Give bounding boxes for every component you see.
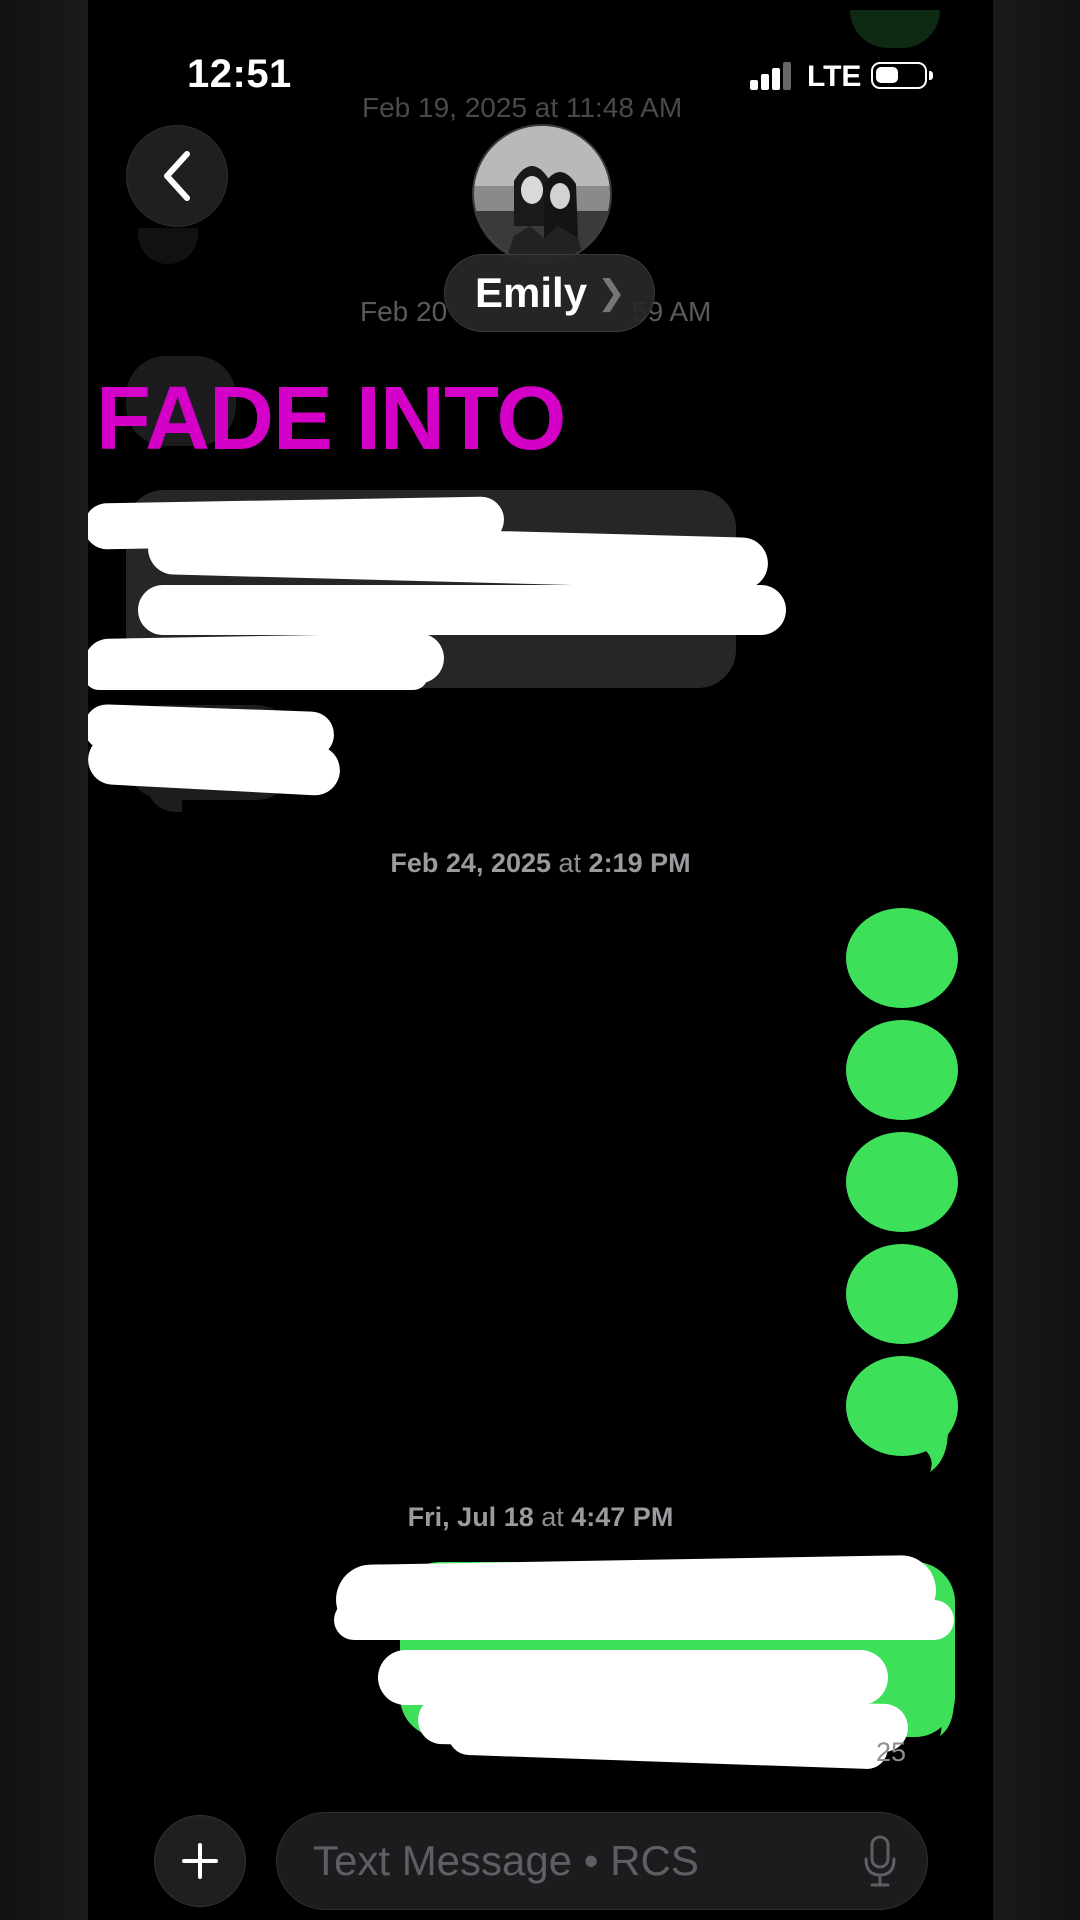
message-input-placeholder: Text Message • RCS bbox=[313, 1837, 699, 1884]
redaction-scribble bbox=[138, 585, 786, 635]
faint-bubble-top bbox=[850, 10, 940, 48]
outgoing-bubble-tail bbox=[928, 1700, 954, 1736]
avatar-photo bbox=[474, 126, 610, 262]
background-timestamp-2-left: Feb 20 bbox=[360, 296, 448, 327]
redaction-scribble bbox=[334, 1600, 954, 1640]
message-input[interactable]: Text Message • RCS bbox=[276, 1812, 928, 1910]
outgoing-bubble-tail bbox=[908, 1430, 948, 1472]
faint-bubble-tail-left bbox=[138, 228, 198, 264]
contact-name: Emily bbox=[475, 269, 588, 316]
timestamp-date: Feb 24, 2025 bbox=[390, 848, 552, 878]
add-attachment-button[interactable] bbox=[154, 1815, 246, 1907]
background-timestamp-1: Feb 19, 2025 at 11:48 AM bbox=[362, 92, 683, 123]
contact-avatar[interactable] bbox=[472, 124, 612, 264]
plus-icon bbox=[182, 1843, 218, 1879]
outgoing-message-bubble[interactable] bbox=[846, 1244, 958, 1344]
outgoing-message-bubble[interactable] bbox=[846, 1020, 958, 1120]
timestamp-at: at bbox=[551, 848, 589, 878]
timestamp-at: at bbox=[533, 1502, 572, 1532]
timestamp-feb-24: Feb 24, 2025 at 2:19 PM bbox=[88, 848, 993, 879]
timestamp-date: Fri, Jul 18 bbox=[407, 1502, 534, 1532]
microphone-icon[interactable] bbox=[863, 1835, 897, 1889]
overlay-title: FADE INTO bbox=[96, 369, 566, 469]
messages-screen: Feb 19, 2025 at 11:48 AM 12:51 LTE Feb 2… bbox=[88, 0, 993, 1920]
contact-name-pill[interactable]: Emily ❯ bbox=[444, 254, 655, 332]
timestamp-jul-18: Fri, Jul 18 at 4:47 PM bbox=[88, 1502, 993, 1533]
back-button[interactable] bbox=[126, 125, 228, 227]
cellular-signal-icon bbox=[750, 62, 792, 90]
timestamp-time: 2:19 PM bbox=[588, 848, 691, 878]
status-time: 12:51 bbox=[187, 52, 292, 96]
battery-icon bbox=[871, 62, 933, 89]
read-receipt-fragment: 25 bbox=[876, 1737, 907, 1767]
chevron-left-icon bbox=[164, 151, 190, 201]
redaction-scribble bbox=[88, 660, 428, 690]
chevron-right-icon: ❯ bbox=[597, 274, 626, 312]
timestamp-time: 4:47 PM bbox=[571, 1502, 674, 1532]
outgoing-message-bubble[interactable] bbox=[846, 908, 958, 1008]
outgoing-message-bubble[interactable] bbox=[846, 1132, 958, 1232]
network-type: LTE bbox=[807, 60, 862, 93]
